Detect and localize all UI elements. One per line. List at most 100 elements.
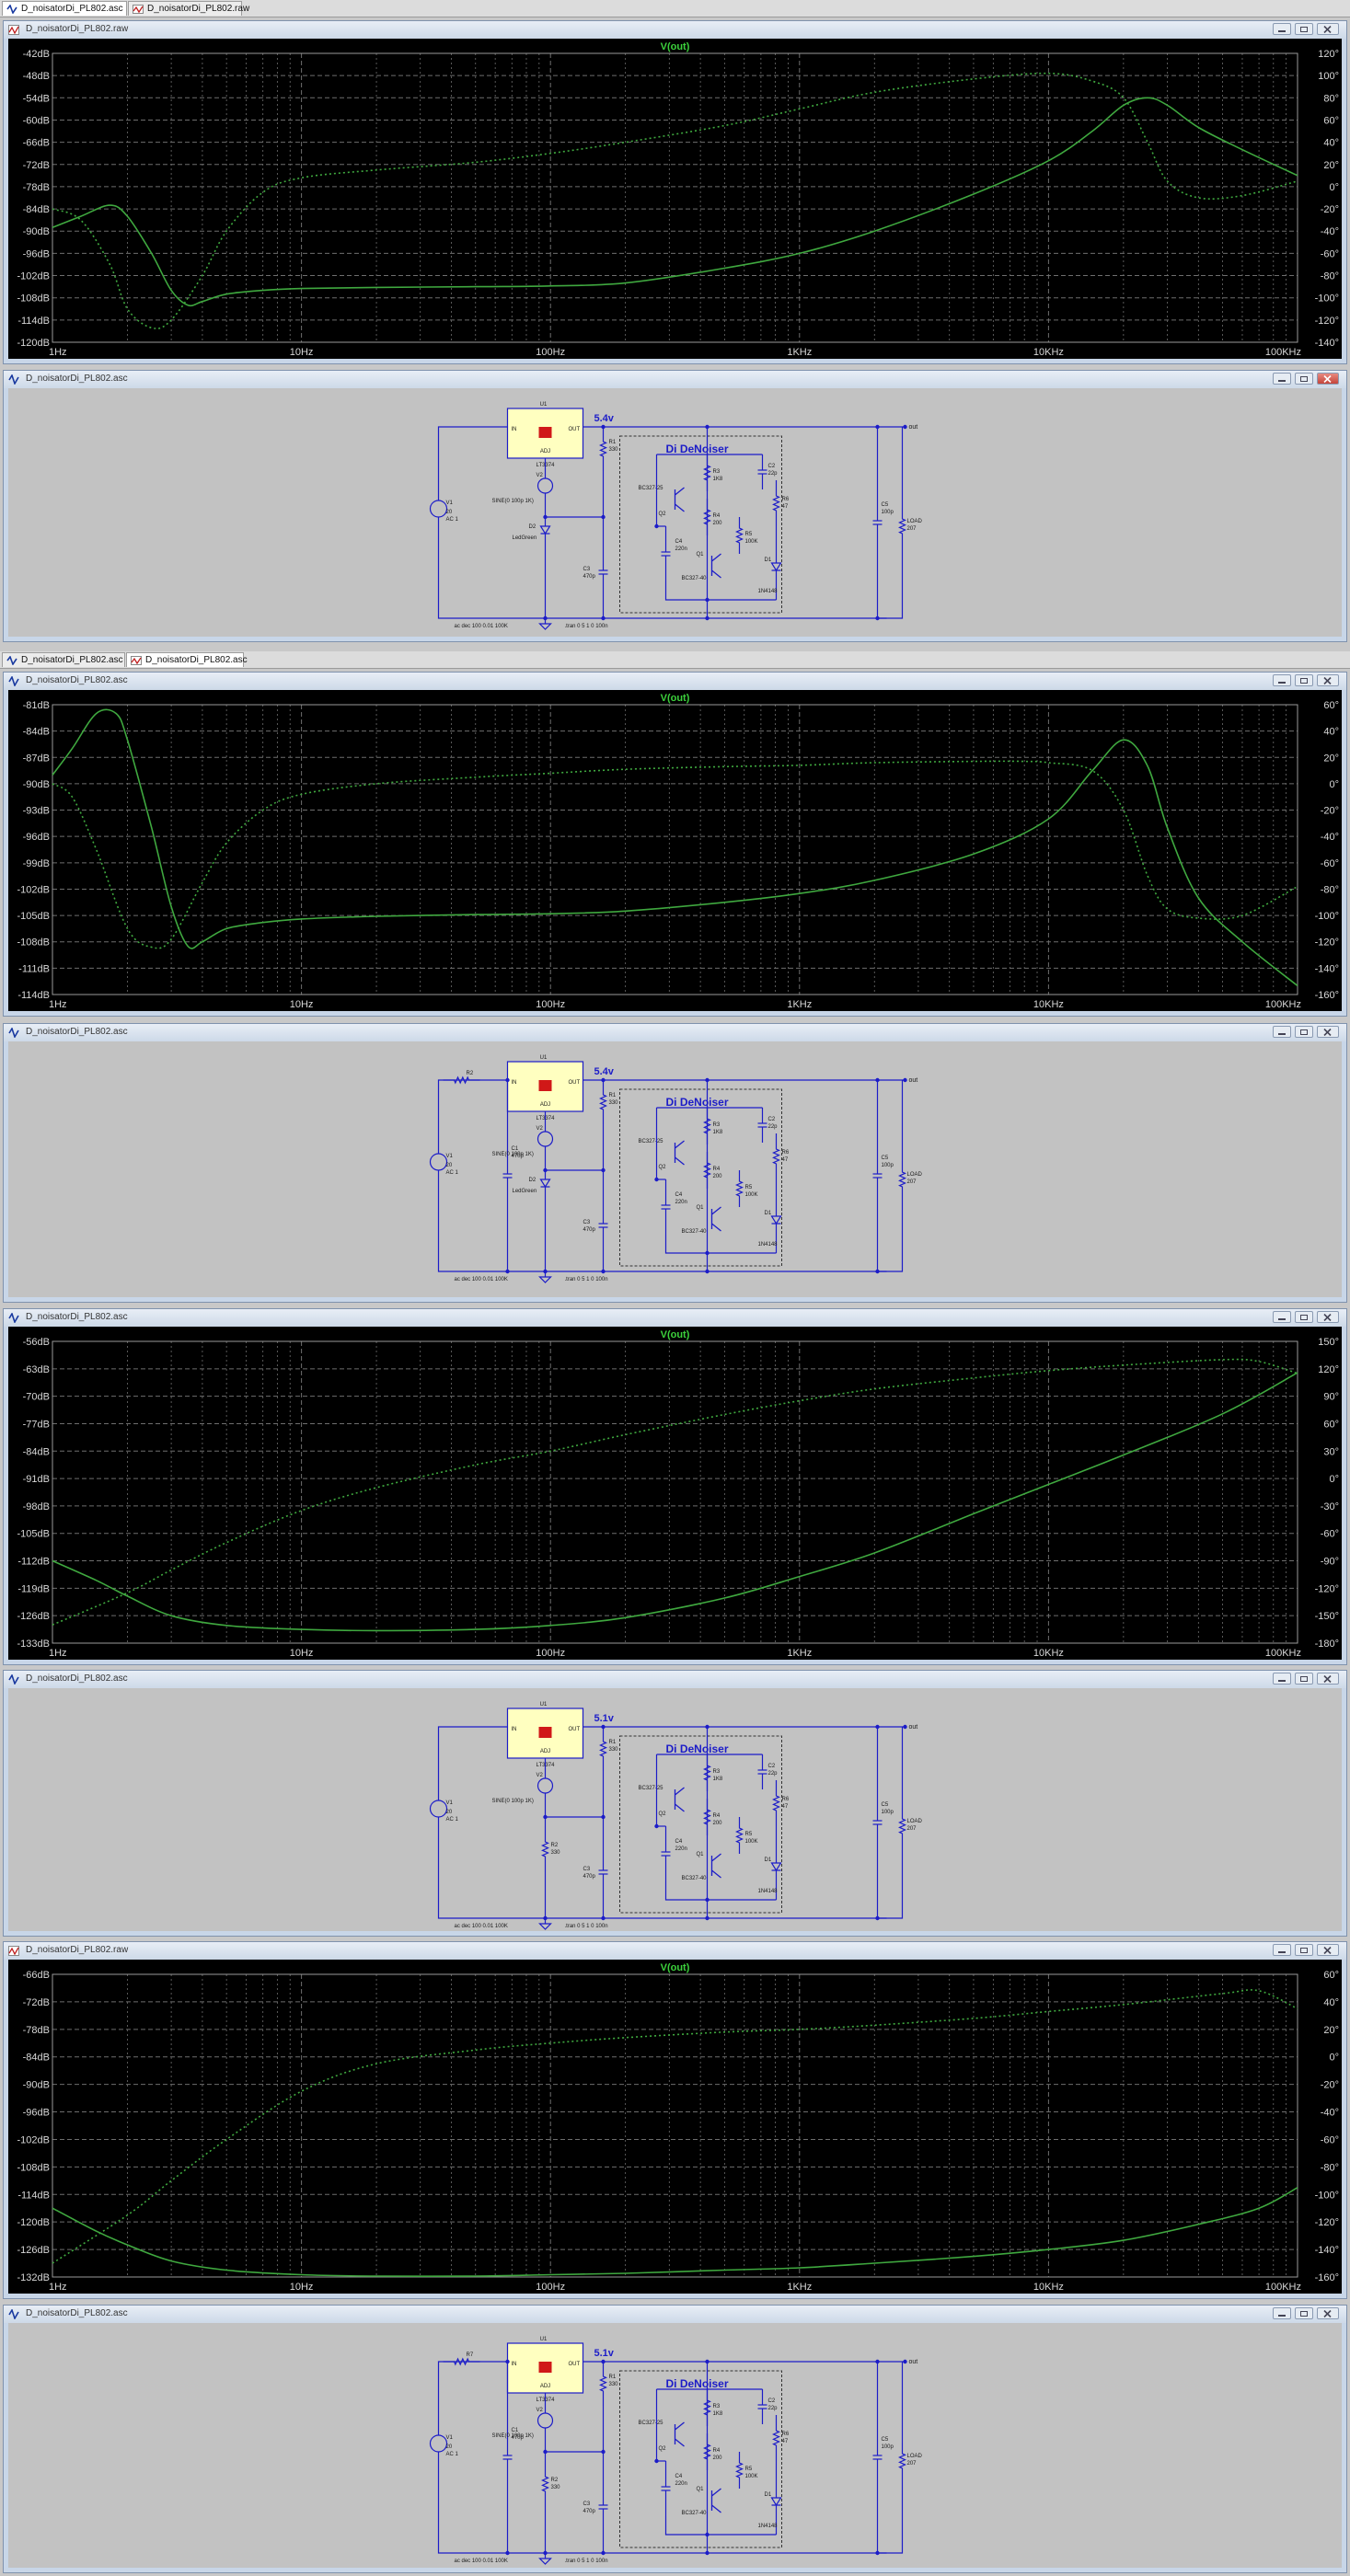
out-voltage-label: 5.4v	[594, 413, 615, 424]
tab-label: D_noisatorDi_PL802.asc	[145, 655, 248, 665]
wire	[877, 2479, 904, 2554]
schematic-window[interactable]: D_noisatorDi_PL802.asc U1 IN OUT ADJ LT3374 ou…	[3, 2305, 1347, 2573]
window-titlebar[interactable]: D_noisatorDi_PL802.asc	[4, 1671, 1346, 1688]
close-button[interactable]	[1317, 1944, 1339, 1956]
block-title: Di DeNoiser	[666, 1742, 729, 1755]
wire	[877, 545, 904, 619]
close-button[interactable]	[1317, 1026, 1339, 1038]
plot-pane[interactable]: -66dB -72dB -78dB -84dB -90dB -96dB -102dB -108…	[8, 1960, 1342, 2294]
tab-schematic[interactable]: D_noisatorDi_PL802.asc	[2, 1, 127, 16]
y2-tick-label: -40°	[1321, 2108, 1339, 2119]
y2-tick-label: -120°	[1315, 2217, 1339, 2228]
sine-value: SINE(0 100p 1K)	[492, 499, 534, 504]
restore-button[interactable]	[1295, 23, 1313, 35]
window-titlebar[interactable]: D_noisatorDi_PL802.asc	[4, 1309, 1346, 1327]
plot-pane[interactable]: -81dB -84dB -87dB -90dB -93dB -96dB -99dB -102d…	[8, 690, 1342, 1011]
minimize-button[interactable]	[1273, 1673, 1291, 1685]
trace-label[interactable]: V(out)	[661, 1962, 690, 1973]
resistor-ref: R4	[713, 2448, 721, 2454]
resistor-ref: R2	[467, 1071, 474, 1076]
spice-directive: .tran 0 5 1 0 100n	[565, 1277, 608, 1282]
y2-tick-label: 120°	[1318, 49, 1339, 60]
resistor-r5	[735, 1817, 744, 1854]
schematic-window[interactable]: D_noisatorDi_PL802.asc U1 IN OUT ADJ LT3374 ou…	[3, 370, 1347, 642]
schematic-canvas[interactable]: U1 IN OUT ADJ LT3374 out 5.1v V1 20 AC 1 V2 SINE(0 …	[8, 1688, 1342, 1931]
close-button[interactable]	[1317, 373, 1339, 385]
restore-button[interactable]	[1295, 1311, 1313, 1323]
window-titlebar[interactable]: D_noisatorDi_PL802.asc	[4, 1024, 1346, 1041]
capacitor-ref: C4	[675, 1192, 683, 1198]
y2-tick-label: -100°	[1315, 2190, 1339, 2201]
resistor-r3	[703, 2389, 711, 2426]
y-tick-label: -90dB	[23, 2080, 50, 2091]
minimize-button[interactable]	[1273, 1944, 1291, 1956]
close-button[interactable]	[1317, 1673, 1339, 1685]
y-tick-label: -78dB	[23, 182, 50, 193]
trace-label[interactable]: V(out)	[661, 693, 690, 704]
restore-button[interactable]	[1295, 1944, 1313, 1956]
y2-tick-label: -160°	[1315, 2272, 1339, 2283]
y-tick-label: -96dB	[23, 2108, 50, 2119]
tab-waveform[interactable]: D_noisatorDi_PL802.raw	[128, 1, 249, 16]
capacitor-ref: C3	[583, 567, 591, 572]
schematic-canvas[interactable]: U1 IN OUT ADJ LT3374 out 5.1v V1 20 AC 1 R7 C1 470p V…	[8, 2323, 1342, 2568]
x-tick-label: 1Hz	[49, 999, 67, 1010]
y-tick-label: -87dB	[23, 753, 50, 764]
tab-schematic[interactable]: D_noisatorDi_PL802.asc	[2, 652, 125, 667]
x-tick-label: 1Hz	[49, 1648, 67, 1659]
minimize-button[interactable]	[1273, 373, 1291, 385]
plot-pane[interactable]: -42dB -48dB -54dB -60dB -66dB -72dB -78dB -84dB…	[8, 39, 1342, 359]
resistor-ref: LOAD	[907, 2454, 923, 2459]
schematic-canvas[interactable]: U1 IN OUT ADJ LT3374 out 5.4v V1 20 AC 1 V2 SINE(0 …	[8, 388, 1342, 637]
circuit-diagram: U1IN OUTADJLT3374out5.1vV120AC 1R7C1470pV…	[429, 2337, 923, 2565]
source-ac: AC 1	[446, 2452, 459, 2457]
trace-label[interactable]: V(out)	[661, 41, 690, 52]
x-tick-label: 100Hz	[536, 999, 565, 1010]
schematic-canvas[interactable]: U1 IN OUT ADJ LT3374 out 5.4v V1 20 AC 1 R2 C1 470p V…	[8, 1041, 1342, 1297]
transistor-value: BC327-25	[639, 1786, 664, 1791]
waveform-window[interactable]: D_noisatorDi_PL802.asc -81dB -84dB -87dB -90…	[3, 672, 1347, 1017]
restore-button[interactable]	[1295, 674, 1313, 686]
minimize-button[interactable]	[1273, 23, 1291, 35]
waveform-window[interactable]: D_noisatorDi_PL802.asc -56dB -63dB -70dB -77…	[3, 1308, 1347, 1665]
restore-button[interactable]	[1295, 2307, 1313, 2319]
resistor-ref: R4	[713, 1813, 721, 1819]
resistor-ref: R1	[609, 2375, 617, 2380]
close-button[interactable]	[1317, 1311, 1339, 1323]
minimize-button[interactable]	[1273, 674, 1291, 686]
close-button[interactable]	[1317, 2307, 1339, 2319]
restore-button[interactable]	[1295, 1026, 1313, 1038]
resistor-value: 200	[713, 1174, 723, 1179]
restore-button[interactable]	[1295, 373, 1313, 385]
transistor-ref: Q1	[697, 2487, 705, 2492]
resistor-value: 1K8	[713, 1130, 723, 1135]
y2-tick-label: -40°	[1321, 226, 1339, 237]
tab-schematic-active[interactable]: D_noisatorDi_PL802.asc	[126, 652, 248, 667]
close-button[interactable]	[1317, 674, 1339, 686]
wire-ground	[437, 1817, 887, 1919]
x-tick-label: 100KHz	[1265, 347, 1301, 358]
close-button[interactable]	[1317, 23, 1339, 35]
y2-tick-label: 60°	[1323, 700, 1339, 711]
schematic-window[interactable]: D_noisatorDi_PL802.asc U1 IN OUT ADJ LT3374 ou…	[3, 1023, 1347, 1303]
minimize-button[interactable]	[1273, 1026, 1291, 1038]
plot-pane[interactable]: -56dB -63dB -70dB -77dB -84dB -91dB -98dB -105d…	[8, 1327, 1342, 1660]
wire-ground	[437, 2452, 887, 2554]
window-titlebar[interactable]: D_noisatorDi_PL802.raw	[4, 21, 1346, 39]
minimize-button[interactable]	[1273, 1311, 1291, 1323]
window-titlebar[interactable]: D_noisatorDi_PL802.asc	[4, 2306, 1346, 2323]
waveform-window[interactable]: D_noisatorDi_PL802.raw -66dB -72dB -78dB -84…	[3, 1941, 1347, 2299]
window-titlebar[interactable]: D_noisatorDi_PL802.asc	[4, 673, 1346, 690]
schematic-window[interactable]: D_noisatorDi_PL802.asc U1 IN OUT ADJ LT3374 ou…	[3, 1670, 1347, 1937]
trace-label[interactable]: V(out)	[661, 1329, 690, 1340]
restore-button[interactable]	[1295, 1673, 1313, 1685]
source-ac: AC 1	[446, 1817, 459, 1823]
window-title: D_noisatorDi_PL802.raw	[26, 1945, 129, 1955]
resistor-r1	[599, 1727, 607, 1771]
x-tick-label: 100KHz	[1265, 2282, 1301, 2293]
window-titlebar[interactable]: D_noisatorDi_PL802.asc	[4, 371, 1346, 388]
window-titlebar[interactable]: D_noisatorDi_PL802.raw	[4, 1942, 1346, 1960]
minimize-button[interactable]	[1273, 2307, 1291, 2319]
y-tick-label: -108dB	[17, 293, 50, 305]
waveform-window[interactable]: D_noisatorDi_PL802.raw -42dB -48dB -54dB -60…	[3, 20, 1347, 364]
